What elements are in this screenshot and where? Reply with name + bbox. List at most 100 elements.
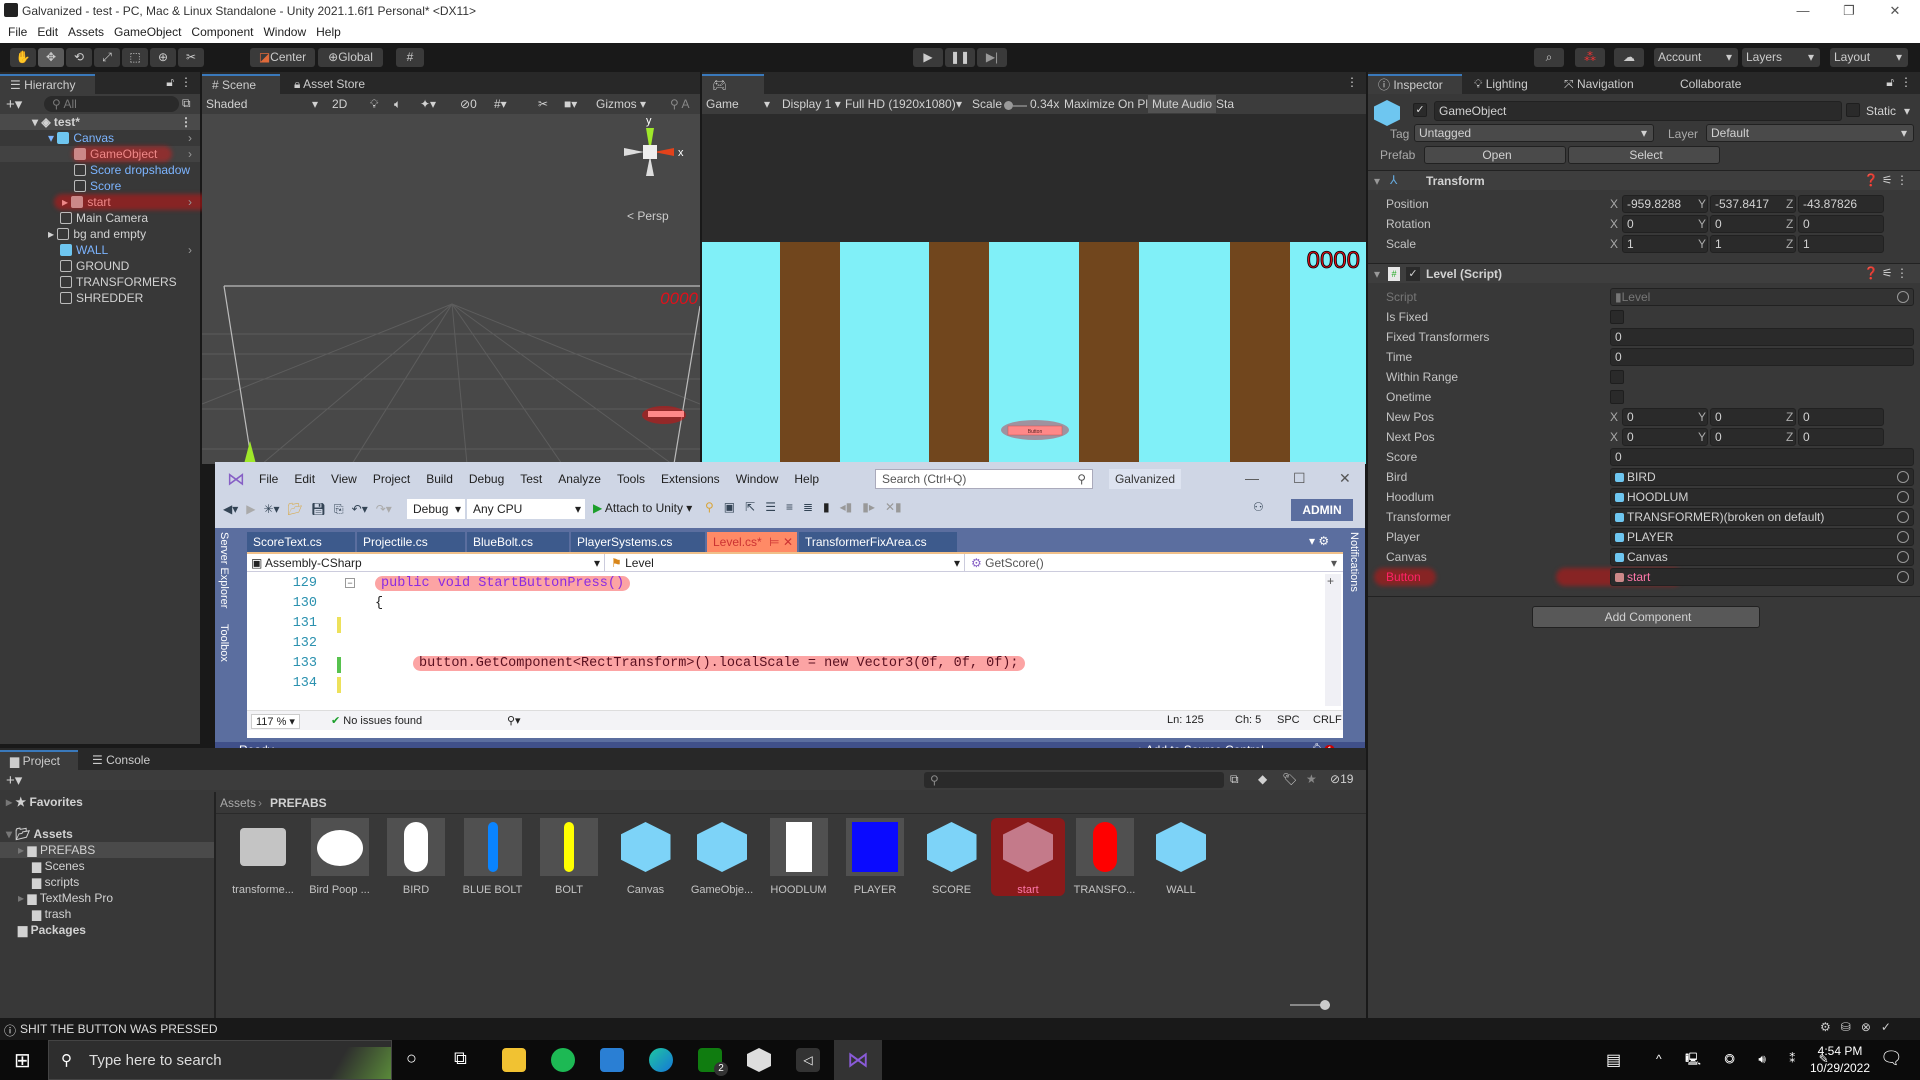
object-name-input[interactable]: GameObject (1434, 101, 1842, 121)
object-picker-icon[interactable] (1897, 471, 1909, 483)
hierarchy-item-canvas[interactable]: ▾ Canvas › (0, 130, 200, 146)
minimize-icon[interactable]: — (1780, 0, 1826, 22)
vs-tab-playersystemscs[interactable]: PlayerSystems.cs (571, 532, 705, 552)
asset-item[interactable]: Bird Poop ... (303, 818, 377, 896)
mute-audio-toggle[interactable]: Mute Audio (1148, 95, 1217, 113)
rect-tool-icon[interactable]: ⬚ (122, 48, 148, 67)
packages-folder[interactable]: ▆ Packages (0, 922, 200, 938)
search-window-icon[interactable]: ⧉ (1230, 772, 1239, 787)
2d-toggle[interactable]: 2D (332, 97, 347, 111)
create-asset-icon[interactable]: +▾ (6, 771, 22, 789)
collab-icon[interactable]: ⁂ (1575, 48, 1605, 67)
hierarchy-item-shredder[interactable]: SHREDDER (0, 290, 200, 306)
status-icons[interactable]: ⚙⛁⊗✓ (1820, 1020, 1901, 1034)
scale-slider[interactable] (1004, 99, 1027, 110)
lock-icon[interactable]: 🔓︎ (1886, 75, 1894, 90)
lock-icon[interactable]: 🔓︎ (166, 75, 174, 90)
vs-search-input[interactable]: Search (Ctrl+Q) ⚲ (875, 469, 1093, 489)
scene-viewport[interactable]: 0000 y x < Persp (202, 114, 700, 464)
grid-icon[interactable]: #▾ (494, 97, 507, 111)
tab-overflow-icon[interactable]: ▾ ⚙ (1309, 534, 1329, 548)
tag-dropdown[interactable]: Untagged ▾ (1414, 124, 1654, 142)
hidden-packages-toggle[interactable]: ⊘19 (1330, 772, 1353, 786)
vs-menu-analyze[interactable]: Analyze (558, 472, 601, 486)
edge-icon[interactable] (649, 1048, 673, 1072)
asset-item[interactable]: HOODLUM (762, 818, 836, 896)
issues-indicator[interactable]: ✔ No issues found (331, 714, 422, 727)
step-button[interactable]: ▶| (977, 48, 1007, 67)
code-line[interactable]: public void StartButtonPress() (375, 576, 631, 591)
vs-menu-extensions[interactable]: Extensions (661, 472, 720, 486)
asset-item[interactable]: WALL (1144, 818, 1218, 896)
tab-scene[interactable]: # Scene (202, 74, 280, 94)
active-checkbox[interactable]: ✓ (1413, 103, 1427, 117)
level-script-header[interactable]: ▾ # ✓ Level (Script) ❓ ⚟ ⋮ (1368, 263, 1920, 283)
save-icon[interactable]: 💾︎ (311, 502, 326, 516)
hierarchy-search[interactable]: ⚲ All (44, 96, 179, 112)
scale-tool-icon[interactable]: ⤢ (94, 48, 120, 67)
folder-scenes[interactable]: ▆ Scenes (0, 858, 200, 874)
prev-bookmark-icon[interactable]: ◂▮ (840, 500, 853, 514)
add-component-button[interactable]: Add Component (1532, 606, 1760, 628)
asset-item[interactable]: SCORE (915, 818, 989, 896)
redo-icon[interactable]: ↷▾ (376, 502, 392, 516)
zoom-dropdown[interactable]: 117 % ▾ (251, 714, 300, 729)
hierarchy-item-ground[interactable]: GROUND (0, 258, 200, 274)
rotation-x-input[interactable]: 0 (1622, 215, 1708, 233)
vs-tab-blueboltcs[interactable]: BlueBolt.cs (467, 532, 569, 552)
vs-config-dropdown[interactable]: Debug ▾ (407, 499, 465, 519)
console-last-message[interactable]: SHIT THE BUTTON WAS PRESSED (20, 1022, 218, 1036)
more-icon[interactable]: ⋮ (1900, 75, 1912, 89)
vs-menu-debug[interactable]: Debug (469, 472, 504, 486)
vs-maximize-icon[interactable]: ☐ (1293, 470, 1306, 487)
clock-date[interactable]: 10/29/2022 (1804, 1061, 1876, 1075)
favorites-item[interactable]: ▸ ★ Favorites (0, 794, 200, 810)
effects-icon[interactable]: ✦▾ (420, 97, 436, 111)
spacing-indicator[interactable]: SPC (1277, 714, 1300, 726)
new-pos-y-input[interactable]: 0 (1710, 408, 1796, 426)
position-z-input[interactable]: -43.87826 (1798, 195, 1884, 213)
space-toggle[interactable]: ⊕Global (318, 48, 383, 67)
snap-grid-icon[interactable]: # (396, 48, 424, 67)
vs-menu-build[interactable]: Build (426, 472, 453, 486)
live-share-icon[interactable]: ⚇ (1253, 500, 1264, 514)
menu-assets[interactable]: Assets (68, 22, 104, 43)
prefab-select-button[interactable]: Select (1568, 146, 1720, 164)
vs-menu-file[interactable]: File (259, 472, 278, 486)
control-panel-icon[interactable] (600, 1048, 624, 1072)
menu-component[interactable]: Component (191, 22, 253, 43)
scale-y-input[interactable]: 1 (1710, 235, 1796, 253)
server-explorer-tab[interactable]: Server Explorer (218, 532, 230, 608)
nav-project-dropdown[interactable]: ▣ Assembly-CSharp ▾ (247, 554, 605, 572)
account-dropdown[interactable]: Account ▾ (1654, 48, 1738, 67)
tab-project[interactable]: ▆ Project (0, 750, 78, 770)
folder-prefabs[interactable]: ▸ ▆ PREFABS (0, 842, 214, 858)
tools-icon[interactable]: ✂ (538, 97, 548, 111)
hierarchy-item-gameobject[interactable]: GameObject › (0, 146, 200, 162)
ref-field-canvas[interactable]: Canvas (1610, 548, 1914, 566)
maximize-icon[interactable]: ❐ (1826, 0, 1872, 22)
format-icon[interactable]: ☰ (765, 500, 776, 514)
vs-menu-view[interactable]: View (331, 472, 357, 486)
time-input[interactable]: 0 (1610, 348, 1914, 366)
bookmark-icon[interactable]: ▮ (823, 500, 830, 514)
maximize-on-play-toggle[interactable]: Maximize On Play (1064, 97, 1161, 111)
cloud-icon[interactable]: ☁ (1614, 48, 1644, 67)
uncomment-icon[interactable]: ≣ (803, 500, 813, 514)
scale-x-input[interactable]: 1 (1622, 235, 1708, 253)
static-dropdown-icon[interactable]: ▾ (1904, 104, 1910, 118)
action-center-icon[interactable]: 🗨︎ (1880, 1048, 1903, 1069)
folder-textmesh-pro[interactable]: ▸ ▆ TextMesh Pro (0, 890, 200, 906)
attach-to-unity-button[interactable]: ▶ Attach to Unity ▾ (593, 501, 692, 515)
hierarchy-item-wall[interactable]: WALL › (0, 242, 200, 258)
camera-icon[interactable]: ■▾ (564, 97, 577, 111)
ref-field-hoodlum[interactable]: HOODLUM (1610, 488, 1914, 506)
nav-class-dropdown[interactable]: ⚑ Level ▾ (607, 554, 965, 572)
windows-start-icon[interactable]: ⊞ (14, 1048, 31, 1073)
next-pos-x-input[interactable]: 0 (1622, 428, 1708, 446)
save-all-icon[interactable]: ⎘ (334, 502, 344, 517)
vs-tab-levelcs[interactable]: Level.cs* ⊨ ✕ (707, 532, 797, 552)
scene-root[interactable]: ▾ ◈ test* ⋮ (0, 114, 200, 130)
pause-button[interactable]: ❚❚ (945, 48, 975, 67)
search-window-icon[interactable]: ⧉ (182, 96, 191, 111)
